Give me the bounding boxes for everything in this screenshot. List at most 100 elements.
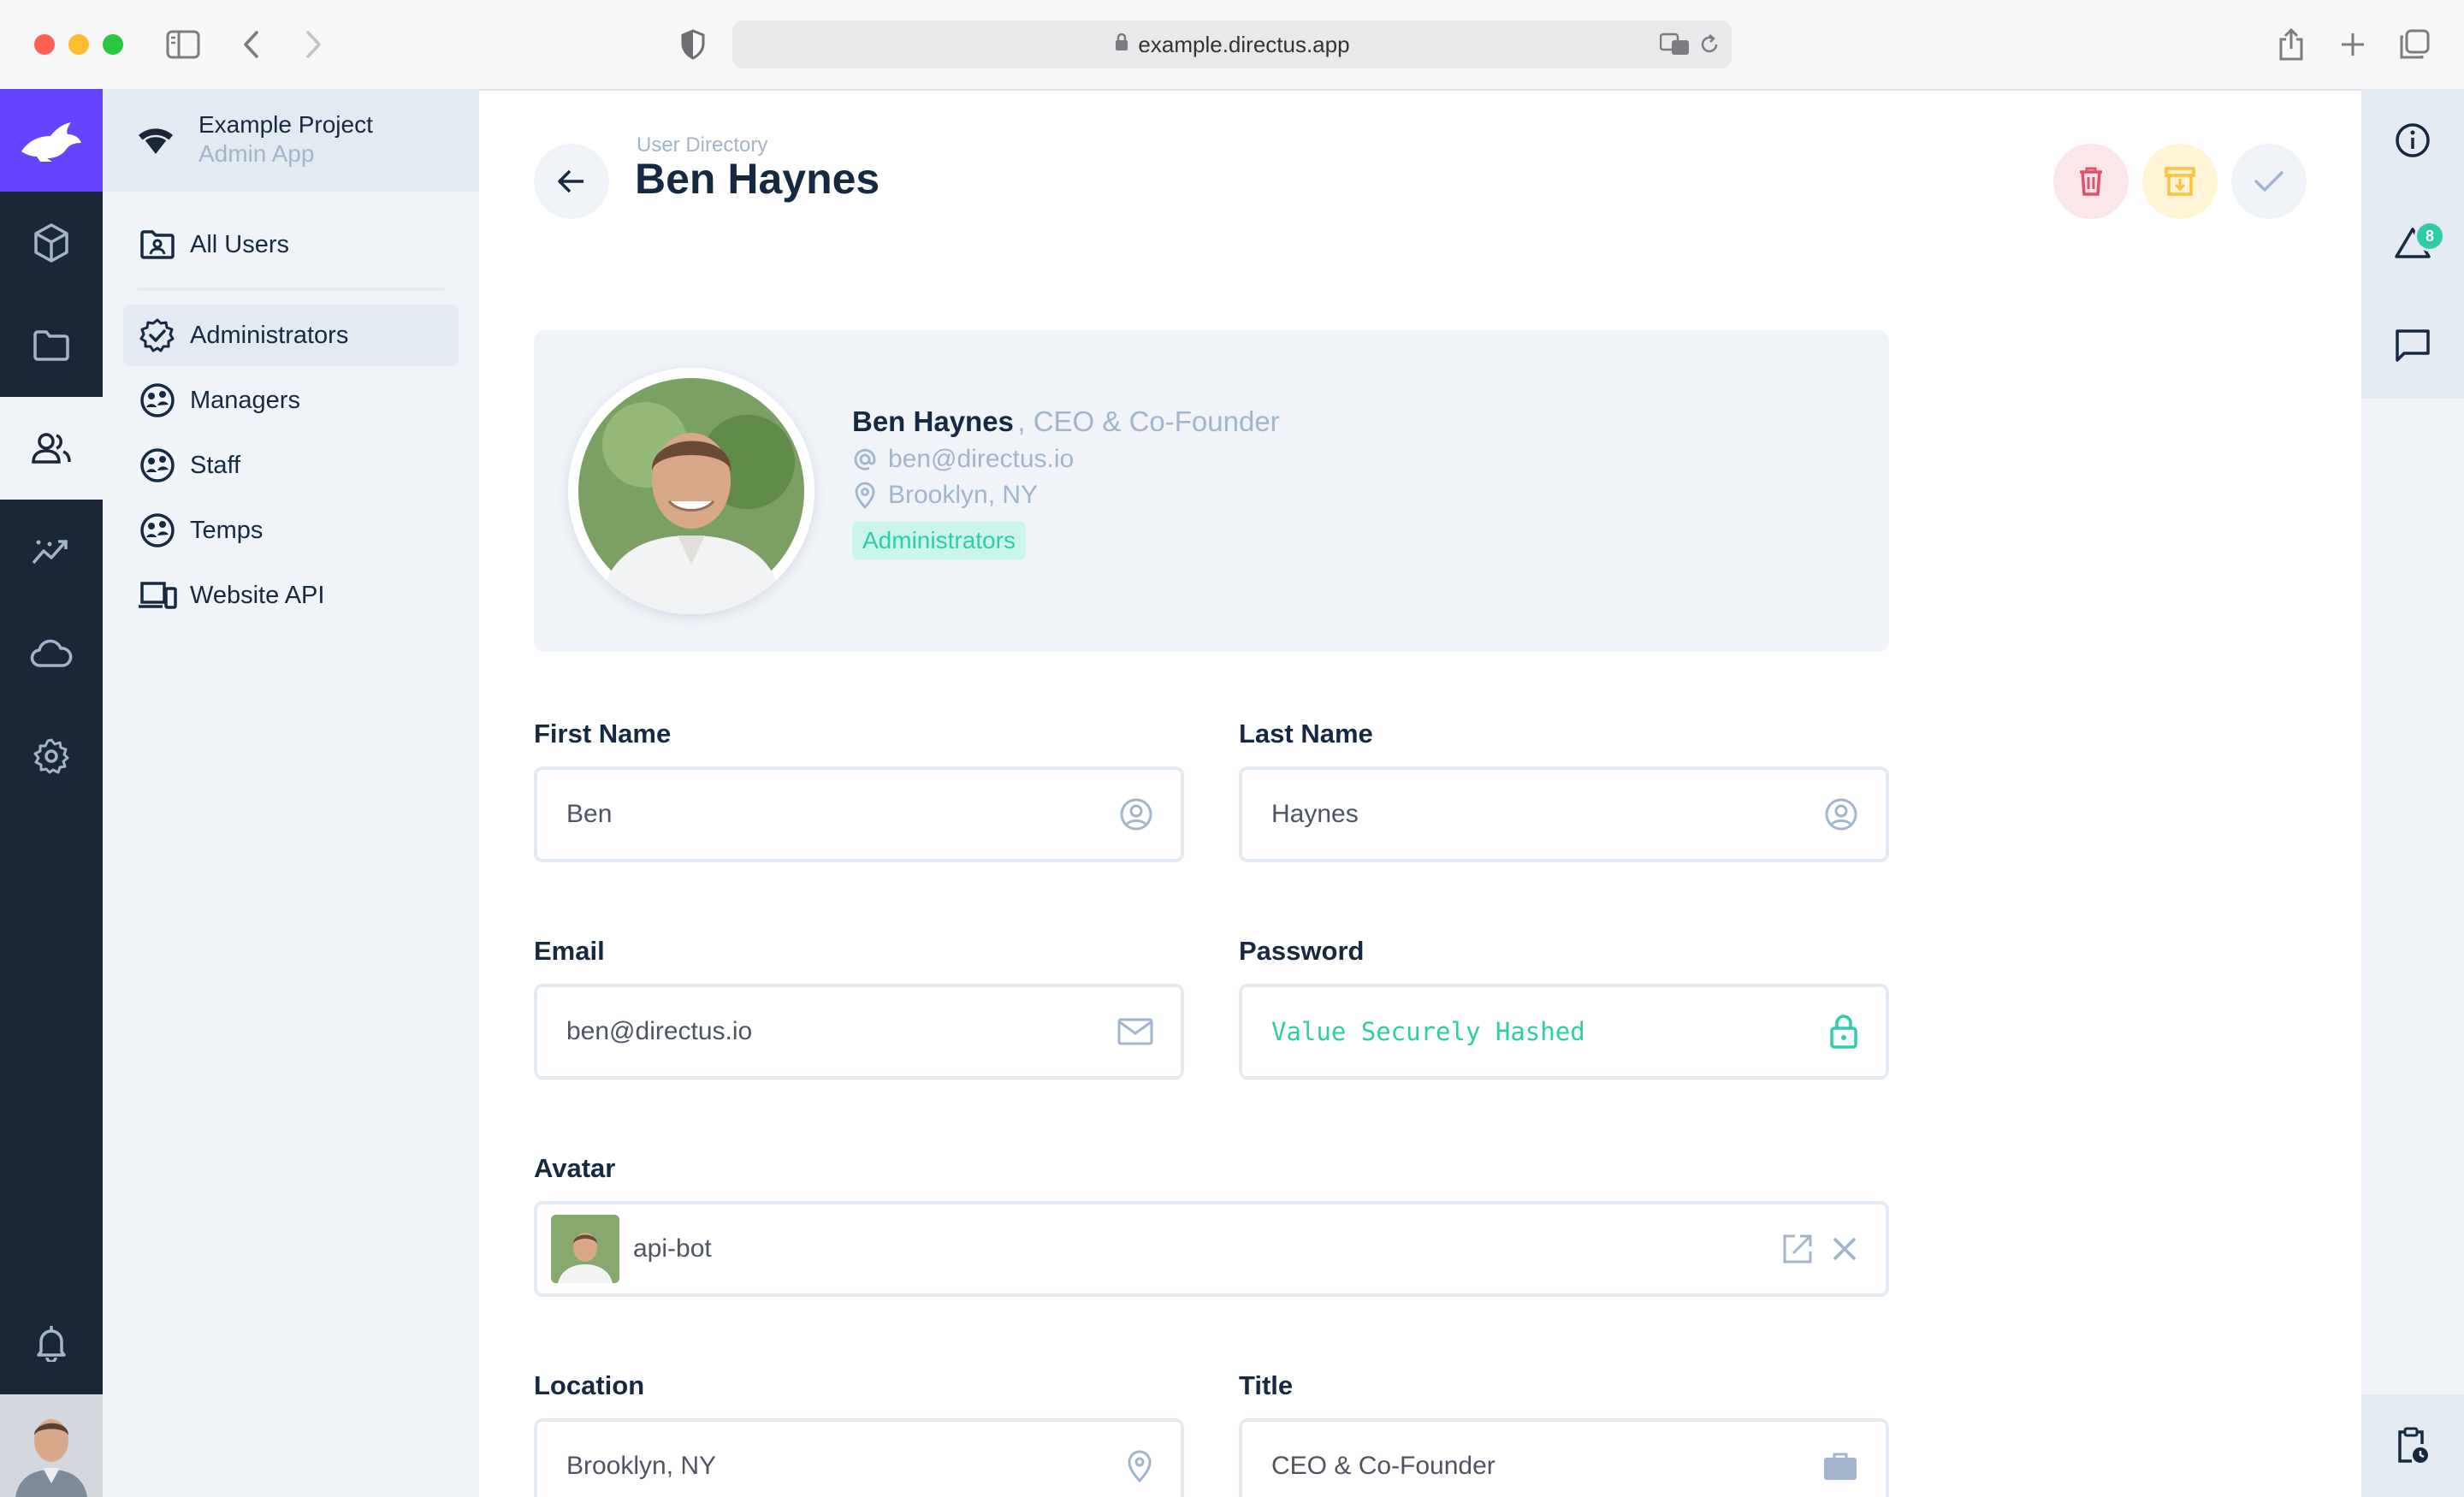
password-field[interactable]: Value Securely Hashed <box>1239 984 1889 1080</box>
gear-icon <box>33 738 69 774</box>
info-button[interactable] <box>2361 89 2464 192</box>
close-window-button[interactable] <box>34 34 55 55</box>
last-name-label: Last Name <box>1239 719 1373 748</box>
archive-button[interactable] <box>2142 144 2218 219</box>
clipboard-clock-icon <box>2398 1427 2428 1463</box>
project-header[interactable]: Example Project Admin App <box>103 89 479 192</box>
user-email[interactable]: ben@directus.io <box>888 445 1074 474</box>
email-field[interactable]: ben@directus.io <box>534 984 1184 1080</box>
current-user-avatar[interactable] <box>0 1394 103 1497</box>
check-icon <box>2254 171 2283 192</box>
sidebar-item-all-users[interactable]: All Users <box>123 214 459 275</box>
folder-icon <box>33 330 69 361</box>
cloud-module[interactable] <box>0 602 103 705</box>
users-icon <box>32 433 71 464</box>
avatar-label: Avatar <box>534 1153 616 1183</box>
directus-logo[interactable] <box>0 89 103 192</box>
title-field[interactable]: CEO & Co-Founder <box>1239 1418 1889 1497</box>
tab-overview-icon[interactable] <box>2396 26 2433 63</box>
first-name-value: Ben <box>566 800 613 828</box>
content-module[interactable] <box>0 192 103 294</box>
sidebar-item-label: Website API <box>190 581 325 609</box>
module-bar <box>0 89 103 1497</box>
navigation-sidebar: Example Project Admin App All Users Admi… <box>103 89 479 1497</box>
bell-icon <box>37 1326 66 1362</box>
password-label: Password <box>1239 936 1365 966</box>
forward-nav-icon[interactable] <box>294 26 332 63</box>
notifications-button[interactable] <box>0 1292 103 1394</box>
title-label: Title <box>1239 1370 1294 1400</box>
first-name-field[interactable]: Ben <box>534 766 1184 862</box>
comment-icon <box>2396 329 2430 362</box>
reload-icon[interactable] <box>1699 33 1720 62</box>
notification-count-badge: 8 <box>2414 221 2445 251</box>
password-value: Value Securely Hashed <box>1271 1017 1585 1046</box>
user-circle-icon <box>1119 797 1153 831</box>
revisions-button[interactable]: 8 <box>2361 192 2464 294</box>
user-avatar[interactable] <box>568 368 814 614</box>
arrow-left-icon <box>558 169 583 193</box>
project-logo-icon <box>135 121 176 163</box>
at-sign-icon <box>852 447 878 472</box>
settings-module[interactable] <box>0 705 103 808</box>
sidebar-item-label: Managers <box>190 386 300 414</box>
new-tab-icon[interactable] <box>2334 26 2372 63</box>
user-location-line: Brooklyn, NY <box>852 481 1280 510</box>
first-name-label: First Name <box>534 719 672 748</box>
project-name: Example Project <box>198 111 373 138</box>
zoom-window-button[interactable] <box>103 34 123 55</box>
avatar-thumbnail[interactable] <box>551 1215 619 1283</box>
insights-icon <box>32 540 68 565</box>
users-module[interactable] <box>0 397 103 500</box>
sidebar-item-website-api[interactable]: Website API <box>123 565 459 626</box>
translate-icon[interactable] <box>1659 33 1691 62</box>
group-icon <box>137 382 178 418</box>
sidebar-item-managers[interactable]: Managers <box>123 370 459 431</box>
sidebar-item-staff[interactable]: Staff <box>123 435 459 496</box>
user-profile-card: Ben Haynes , CEO & Co-Founder ben@direct… <box>534 330 1889 652</box>
address-bar[interactable]: example.directus.app <box>732 21 1732 68</box>
location-label: Location <box>534 1370 645 1400</box>
user-email-line: ben@directus.io <box>852 445 1280 474</box>
back-button[interactable] <box>534 144 609 219</box>
sidebar-detail: 8 <box>2361 89 2464 1497</box>
save-button[interactable] <box>2231 144 2307 219</box>
delete-button[interactable] <box>2053 144 2129 219</box>
user-location: Brooklyn, NY <box>888 481 1039 509</box>
avatar-field[interactable]: api-bot <box>534 1201 1889 1297</box>
sidebar-item-label: Administrators <box>190 321 349 349</box>
group-icon <box>137 447 178 483</box>
sidebar-item-label: Staff <box>190 451 241 479</box>
location-value: Brooklyn, NY <box>566 1452 717 1480</box>
open-in-new-icon[interactable] <box>1781 1233 1814 1265</box>
location-field[interactable]: Brooklyn, NY <box>534 1418 1184 1497</box>
lock-icon <box>1829 1014 1858 1050</box>
verified-badge-icon <box>137 317 178 353</box>
browser-toolbar: example.directus.app <box>0 0 2464 91</box>
sidebar-item-administrators[interactable]: Administrators <box>123 305 459 366</box>
user-summary: Ben Haynes , CEO & Co-Founder ben@direct… <box>852 405 1280 559</box>
title-value: CEO & Co-Founder <box>1271 1452 1496 1480</box>
user-title: , CEO & Co-Founder <box>1017 405 1280 437</box>
lock-icon <box>1114 32 1129 58</box>
sidebar-toggle-icon[interactable] <box>164 26 202 63</box>
sidebar-item-label: All Users <box>190 230 290 258</box>
sidebar-item-temps[interactable]: Temps <box>123 500 459 561</box>
clipboard-button[interactable] <box>2361 1394 2464 1497</box>
briefcase-icon <box>1822 1451 1858 1482</box>
back-nav-icon[interactable] <box>233 26 270 63</box>
share-icon[interactable] <box>2272 26 2310 63</box>
folder-user-icon <box>137 229 178 260</box>
close-icon[interactable] <box>1831 1235 1858 1263</box>
info-icon <box>2396 123 2430 157</box>
comments-button[interactable] <box>2361 294 2464 397</box>
email-value: ben@directus.io <box>566 1017 753 1045</box>
location-pin-icon <box>852 482 878 509</box>
minimize-window-button[interactable] <box>68 34 89 55</box>
insights-module[interactable] <box>0 500 103 602</box>
files-module[interactable] <box>0 294 103 397</box>
privacy-shield-icon[interactable] <box>674 26 712 63</box>
sidebar-divider <box>137 287 445 291</box>
last-name-field[interactable]: Haynes <box>1239 766 1889 862</box>
sidebar-item-label: Temps <box>190 516 264 544</box>
